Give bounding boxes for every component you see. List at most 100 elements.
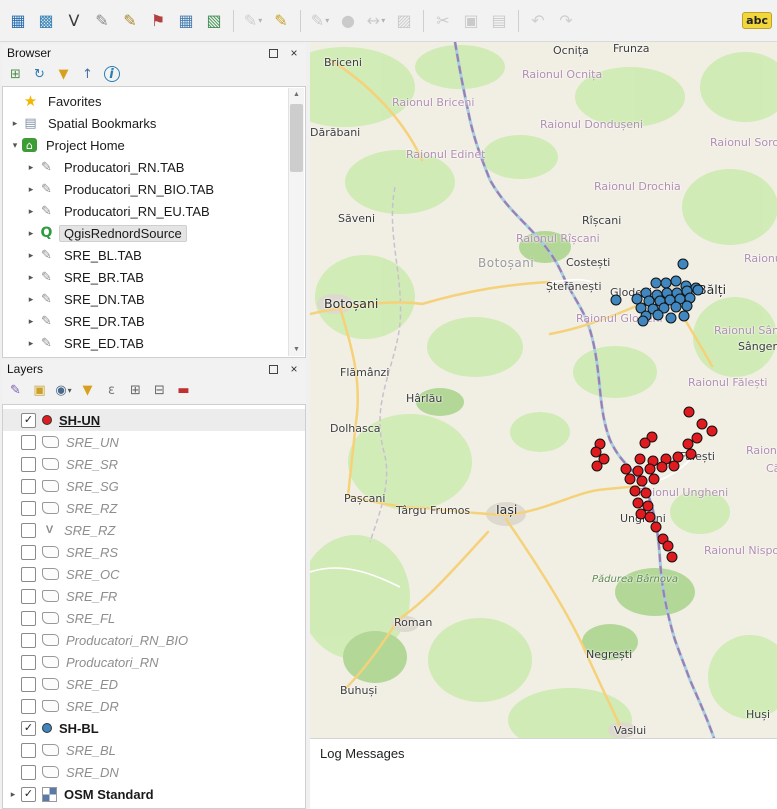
layer-visibility-checkbox[interactable] (21, 567, 36, 582)
chevron-expanded-icon[interactable]: ▾ (8, 140, 22, 151)
layer-item-producatori-rn-bio[interactable]: Producatori_RN_BIO (3, 629, 305, 651)
scroll-down-button[interactable]: ▼ (289, 343, 304, 356)
move-feature-button[interactable]: ↔▾ (363, 8, 389, 34)
layout-manager-button[interactable]: ▦ (5, 8, 31, 34)
chevron-collapsed-icon[interactable]: ▸ (24, 250, 38, 261)
layer-visibility-checkbox[interactable] (21, 457, 36, 472)
browser-item-project-home[interactable]: ▾⌂Project Home (4, 134, 289, 156)
layer-item-sre-oc[interactable]: SRE_OC (3, 563, 305, 585)
chevron-collapsed-icon[interactable]: ▸ (24, 272, 38, 283)
layer-visibility-checkbox[interactable] (21, 479, 36, 494)
chevron-collapsed-icon[interactable]: ▸ (7, 789, 19, 800)
layer-visibility-checkbox[interactable]: ✓ (21, 787, 36, 802)
layer-item-sre-ed[interactable]: SRE_ED (3, 673, 305, 695)
chevron-collapsed-icon[interactable]: ▸ (24, 294, 38, 305)
redo-button[interactable]: ↷ (553, 8, 579, 34)
layer-item-sre-rz[interactable]: VSRE_RZ (3, 519, 305, 541)
layer-visibility-checkbox[interactable] (21, 611, 36, 626)
browser-item-sre-bl-tab[interactable]: ▸✎SRE_BL.TAB (4, 244, 289, 266)
layer-item-sre-fl[interactable]: SRE_FL (3, 607, 305, 629)
add-group-button[interactable]: ▣ (29, 380, 50, 401)
collapse-all-button[interactable]: ↑ (77, 64, 98, 85)
browser-item-sre-ed-tab[interactable]: ▸✎SRE_ED.TAB (4, 332, 289, 354)
layer-item-sre-fr[interactable]: SRE_FR (3, 585, 305, 607)
browser-item-favorites[interactable]: ★Favorites (4, 90, 289, 112)
layer-item-sre-sr[interactable]: SRE_SR (3, 453, 305, 475)
browser-item-spatial-bookmarks[interactable]: ▸▤Spatial Bookmarks (4, 112, 289, 134)
open-layer-styling-button[interactable]: ✎ (5, 380, 26, 401)
chevron-collapsed-icon[interactable]: ▸ (24, 184, 38, 195)
browser-item-producatori-rn-eu-tab[interactable]: ▸✎Producatori_RN_EU.TAB (4, 200, 289, 222)
check-geometries-button[interactable]: ▧ (201, 8, 227, 34)
expand-all-button[interactable]: ⊞ (125, 380, 146, 401)
layer-item-sre-bl[interactable]: SRE_BL (3, 739, 305, 761)
layer-visibility-checkbox[interactable] (21, 765, 36, 780)
scroll-up-button[interactable]: ▲ (289, 88, 304, 101)
scrollbar-track[interactable] (289, 101, 304, 343)
browser-item-sre-br-tab[interactable]: ▸✎SRE_BR.TAB (4, 266, 289, 288)
layer-visibility-checkbox[interactable] (21, 655, 36, 670)
map-canvas[interactable]: OcnițaFrunzaBriceniRaionul OcnițaRaionul… (310, 42, 777, 738)
current-edits-button[interactable]: ✎▾ (240, 8, 266, 34)
remove-layer-button[interactable]: ▬ (173, 380, 194, 401)
layer-item-osm-standard[interactable]: ▸✓OSM Standard (3, 783, 305, 805)
browser-item-producatori-rn-tab[interactable]: ▸✎Producatori_RN.TAB (4, 156, 289, 178)
chevron-collapsed-icon[interactable]: ▸ (24, 206, 38, 217)
cut-features-button[interactable]: ✂ (430, 8, 456, 34)
layer-visibility-checkbox[interactable] (21, 633, 36, 648)
layer-visibility-checkbox[interactable]: ✓ (21, 721, 36, 736)
show-properties-button[interactable]: i (101, 64, 122, 85)
layer-item-producatori-rn[interactable]: Producatori_RN (3, 651, 305, 673)
browser-item-sre-dn-tab[interactable]: ▸✎SRE_DN.TAB (4, 288, 289, 310)
layer-labeling-button[interactable]: abc (742, 8, 772, 34)
layer-visibility-checkbox[interactable]: ✓ (21, 413, 36, 428)
layer-item-sre-rs[interactable]: SRE_RS (3, 541, 305, 563)
chevron-collapsed-icon[interactable]: ▸ (24, 338, 38, 349)
layer-visibility-checkbox[interactable] (21, 545, 36, 560)
new-virtual-layer-button[interactable]: ▦ (173, 8, 199, 34)
layer-item-sre-sg[interactable]: SRE_SG (3, 475, 305, 497)
browser-item-qgisrednordsource[interactable]: ▸QQgisRednordSource (4, 222, 289, 244)
add-feature-button[interactable]: ● (335, 8, 361, 34)
pin-labels-button[interactable]: ⚑ (145, 8, 171, 34)
chevron-collapsed-icon[interactable]: ▸ (8, 118, 22, 129)
layer-item-sre-rz[interactable]: SRE_RZ (3, 497, 305, 519)
browser-item-producatori-rn-bio-tab[interactable]: ▸✎Producatori_RN_BIO.TAB (4, 178, 289, 200)
log-messages-panel[interactable]: Log Messages (310, 738, 777, 809)
manage-map-themes-button[interactable]: ◉▾ (53, 380, 74, 401)
layer-visibility-checkbox[interactable] (21, 699, 36, 714)
offset-curve-button[interactable]: ✎ (89, 8, 115, 34)
layer-item-sre-dr[interactable]: SRE_DR (3, 695, 305, 717)
browser-item-sre-dr-tab[interactable]: ▸✎SRE_DR.TAB (4, 310, 289, 332)
filter-by-expression-button[interactable]: ε (101, 380, 122, 401)
toggle-editing-button[interactable]: ✎ (268, 8, 294, 34)
vertex-tool-button[interactable]: V (61, 8, 87, 34)
layer-visibility-checkbox[interactable] (21, 523, 36, 538)
delete-selected-button[interactable]: ▨ (391, 8, 417, 34)
browser-scrollbar[interactable]: ▲ ▼ (288, 88, 304, 356)
undo-button[interactable]: ↶ (525, 8, 551, 34)
layer-item-sh-un[interactable]: ✓SH-UN (3, 409, 305, 431)
layers-close-button[interactable]: × (287, 362, 301, 376)
collapse-all-button[interactable]: ⊟ (149, 380, 170, 401)
copy-features-button[interactable]: ▣ (458, 8, 484, 34)
chevron-collapsed-icon[interactable]: ▸ (24, 162, 38, 173)
filter-legend-button[interactable]: ▼ (77, 380, 98, 401)
layer-visibility-checkbox[interactable] (21, 435, 36, 450)
scrollbar-thumb[interactable] (290, 104, 303, 172)
layer-visibility-checkbox[interactable] (21, 589, 36, 604)
paste-features-button[interactable]: ▤ (486, 8, 512, 34)
chevron-collapsed-icon[interactable]: ▸ (24, 316, 38, 327)
browser-close-button[interactable]: × (287, 46, 301, 60)
browser-float-button[interactable] (266, 46, 280, 60)
filter-browser-button[interactable]: ▼ (53, 64, 74, 85)
reshape-features-button[interactable]: ✎ (117, 8, 143, 34)
layer-item-sre-dn[interactable]: SRE_DN (3, 761, 305, 783)
layer-item-sre-un[interactable]: SRE_UN (3, 431, 305, 453)
save-layer-edits-button[interactable]: ✎▾ (307, 8, 333, 34)
chevron-collapsed-icon[interactable]: ▸ (24, 228, 38, 239)
refresh-browser-button[interactable]: ↻ (29, 64, 50, 85)
layer-visibility-checkbox[interactable] (21, 677, 36, 692)
layers-float-button[interactable] (266, 362, 280, 376)
add-selected-layers-button[interactable]: ⊞ (5, 64, 26, 85)
